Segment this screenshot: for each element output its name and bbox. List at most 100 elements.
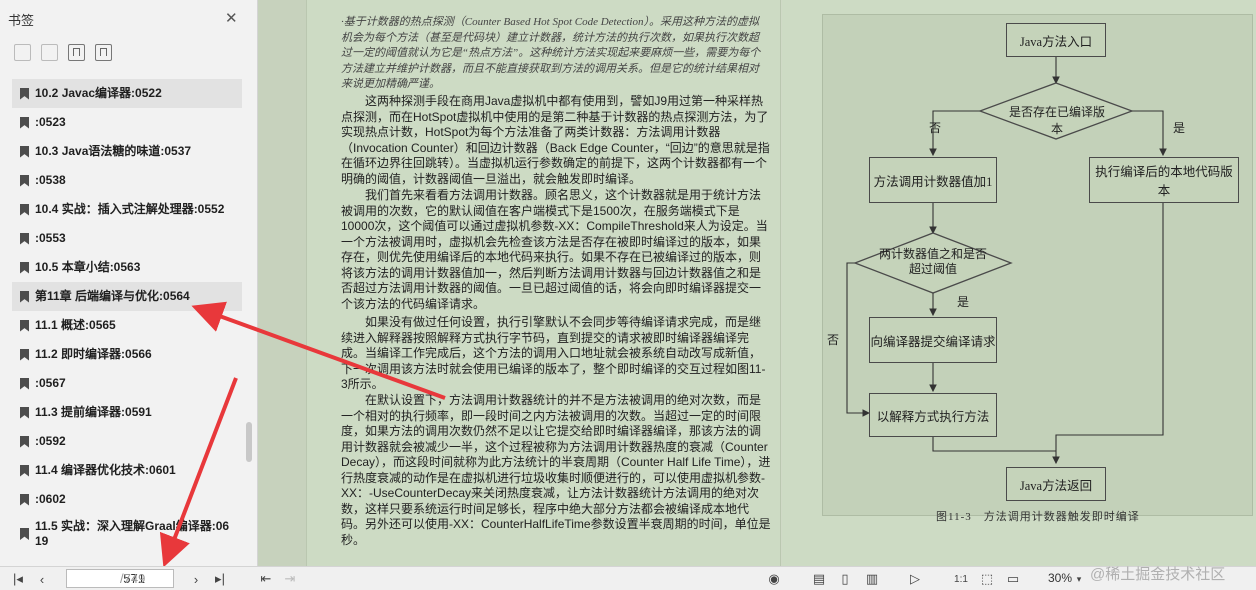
watermark: @稀土掘金技术社区 xyxy=(1090,566,1226,583)
bookmark-item[interactable]: :0523 xyxy=(12,108,242,137)
bookmark-item[interactable]: :0538 xyxy=(12,166,242,195)
bookmark-label: :0592 xyxy=(35,434,66,448)
bookmark-label: :0538 xyxy=(35,173,66,187)
back-icon[interactable]: ⇤ xyxy=(258,570,274,588)
bookmark-label: 10.2 Javac编译器:0522 xyxy=(35,86,162,100)
bookmark-item[interactable]: 11.4 编译器优化技术:0601 xyxy=(12,456,242,485)
next-page-icon[interactable]: › xyxy=(188,570,204,588)
bookmark-icon xyxy=(20,232,29,245)
bookmark-icon xyxy=(20,261,29,274)
sidebar-scrollbar[interactable] xyxy=(246,422,252,462)
body-paragraph: 我们首先来看看方法调用计数器。顾名思义，这个计数器就是用于统计方法被调用的次数，… xyxy=(341,188,768,311)
bookmark-item[interactable]: 11.5 实战：深入理解Graal编译器:0619 xyxy=(12,514,242,554)
page-total: /749 xyxy=(120,571,146,586)
bookmark-icon xyxy=(20,348,29,361)
node-return: Java方法返回 xyxy=(1006,467,1106,501)
bookmark-label: :0523 xyxy=(35,115,66,129)
fit-width-icon[interactable]: ▭ xyxy=(1004,570,1022,588)
prev-page-icon[interactable]: ‹ xyxy=(34,570,50,588)
bookmark-item[interactable]: 10.5 本章小结:0563 xyxy=(12,253,242,282)
bookmark-item[interactable]: 10.4 实战：插入式注解处理器:0552 xyxy=(12,195,242,224)
single-page-icon[interactable]: ▤ xyxy=(810,570,828,588)
decision-threshold-line1: 两计数器值之和是否 xyxy=(878,247,987,261)
play-icon[interactable]: ▷ xyxy=(906,570,924,588)
zoom-level[interactable]: 30% xyxy=(1048,571,1072,585)
bookmark-item[interactable]: 11.3 提前编译器:0591 xyxy=(12,398,242,427)
sidebar-title: 书签 xyxy=(8,13,35,28)
label-no: 否 xyxy=(827,333,840,347)
bookmark-label: :0553 xyxy=(35,231,66,245)
bookmark-label: 11.3 提前编译器:0591 xyxy=(35,405,152,419)
bookmark-icon xyxy=(20,406,29,419)
bookmark-icon xyxy=(20,290,29,303)
node-entry: Java方法入口 xyxy=(1006,23,1106,57)
continuous-page-icon[interactable]: ▯ xyxy=(836,570,854,588)
bookmark-icon xyxy=(20,145,29,158)
bookmark-icon xyxy=(20,528,29,540)
bookmark-icon xyxy=(20,319,29,332)
label-yes: 是 xyxy=(957,295,970,309)
last-page-icon[interactable]: ▸| xyxy=(212,570,228,588)
node-submit-request: 向编译器提交编译请求 xyxy=(869,317,997,363)
sidebar-toolbar xyxy=(14,44,112,61)
bookmark-label: 11.4 编译器优化技术:0601 xyxy=(35,463,176,477)
decision-exists: 是否存在已编译版本 xyxy=(1008,105,1105,136)
bookmark-label: :0567 xyxy=(35,376,66,390)
add-bookmark-icon[interactable] xyxy=(68,44,85,61)
bookmark-list: 10.2 Javac编译器:0522 :0523 10.3 Java语法糖的味道… xyxy=(12,79,242,554)
close-icon[interactable]: ✕ xyxy=(225,9,238,27)
bookmark-label: :0602 xyxy=(35,492,66,506)
bookmark-item[interactable]: 11.1 概述:0565 xyxy=(12,311,242,340)
node-counter-increment: 方法调用计数器值加1 xyxy=(869,157,997,203)
bookmark-item-current[interactable]: 第11章 后端编译与优化:0564 xyxy=(12,282,242,311)
eye-care-icon[interactable]: ◉ xyxy=(764,570,784,588)
bookmark-item[interactable]: 10.2 Javac编译器:0522 xyxy=(12,79,242,108)
bookmark-icon xyxy=(20,174,29,187)
actual-size-icon[interactable]: 1:1 xyxy=(952,570,970,588)
bookmark-label: 10.5 本章小结:0563 xyxy=(35,260,141,274)
body-paragraph: 在默认设置下，方法调用计数器统计的并不是方法被调用的绝对次数，而是一个相对的执行… xyxy=(341,393,771,547)
double-page-icon[interactable]: ▥ xyxy=(862,570,882,588)
bookmark-icon xyxy=(20,464,29,477)
status-bar: |◂ ‹ 571 /749 › ▸| ⇤ ⇥ ◉ ▤ ▯ ▥ ▷ 1:1 ⬚ ▭… xyxy=(0,566,1256,590)
bookmark-icon xyxy=(20,377,29,390)
bookmark-item[interactable]: :0592 xyxy=(12,427,242,456)
node-execute-native: 执行编译后的本地代码版本 xyxy=(1089,157,1239,203)
decision-threshold-line2: 超过阈值 xyxy=(908,262,957,276)
bookmark-label: 10.4 实战：插入式注解处理器:0552 xyxy=(35,202,225,216)
bookmark-label: 11.1 概述:0565 xyxy=(35,318,116,332)
bookmark-sidebar: 书签 ✕ 10.2 Javac编译器:0522 :0523 10.3 Java语… xyxy=(0,0,258,566)
bookmark-label: 第11章 后端编译与优化:0564 xyxy=(35,289,190,303)
page-gutter xyxy=(258,0,306,566)
body-paragraph: 这两种探测手段在商用Java虚拟机中都有使用到，譬如J9用过第一种采样热点探测，… xyxy=(341,94,770,186)
bookmark-icon[interactable] xyxy=(95,44,112,61)
flowchart: Java方法入口 是否存在已编译版本 否 是 方法调用计数器值加1 执行编译后的… xyxy=(822,14,1253,516)
bookmark-item[interactable]: 11.2 即时编译器:0566 xyxy=(12,340,242,369)
figure-caption: 图11-3 方法调用计数器触发即时编译 xyxy=(936,511,1140,523)
bookmark-item[interactable]: 10.3 Java语法糖的味道:0537 xyxy=(12,137,242,166)
document-viewer: ·基于计数器的热点探测（Counter Based Hot Spot Code … xyxy=(258,0,1256,566)
decision-threshold: 两计数器值之和是否 超过阈值 xyxy=(871,247,995,277)
expand-all-icon[interactable] xyxy=(14,44,31,61)
node-interpret: 以解释方式执行方法 xyxy=(869,393,997,437)
bookmark-item[interactable]: :0567 xyxy=(12,369,242,398)
label-no: 否 xyxy=(929,121,942,135)
bookmark-icon xyxy=(20,116,29,129)
chevron-down-icon[interactable]: ▾ xyxy=(1074,570,1084,588)
body-paragraph: 如果没有做过任何设置，执行引擎默认不会同步等待编译请求完成，而是继续进入解释器按… xyxy=(341,315,766,391)
bookmark-icon xyxy=(20,435,29,448)
forward-icon[interactable]: ⇥ xyxy=(282,570,298,588)
fit-page-icon[interactable]: ⬚ xyxy=(978,570,996,588)
collapse-all-icon[interactable] xyxy=(41,44,58,61)
quote-paragraph: ·基于计数器的热点探测（Counter Based Hot Spot Code … xyxy=(341,16,761,90)
bookmark-item[interactable]: :0553 xyxy=(12,224,242,253)
bookmark-item[interactable]: :0602 xyxy=(12,485,242,514)
first-page-icon[interactable]: |◂ xyxy=(10,570,26,588)
bookmark-icon xyxy=(20,203,29,216)
bookmark-label: 10.3 Java语法糖的味道:0537 xyxy=(35,144,192,158)
bookmark-label: 11.5 实战：深入理解Graal编译器:0619 xyxy=(35,519,230,548)
bookmark-icon xyxy=(20,493,29,506)
label-yes: 是 xyxy=(1173,121,1186,135)
page-left: ·基于计数器的热点探测（Counter Based Hot Spot Code … xyxy=(306,0,781,566)
bookmark-label: 11.2 即时编译器:0566 xyxy=(35,347,152,361)
